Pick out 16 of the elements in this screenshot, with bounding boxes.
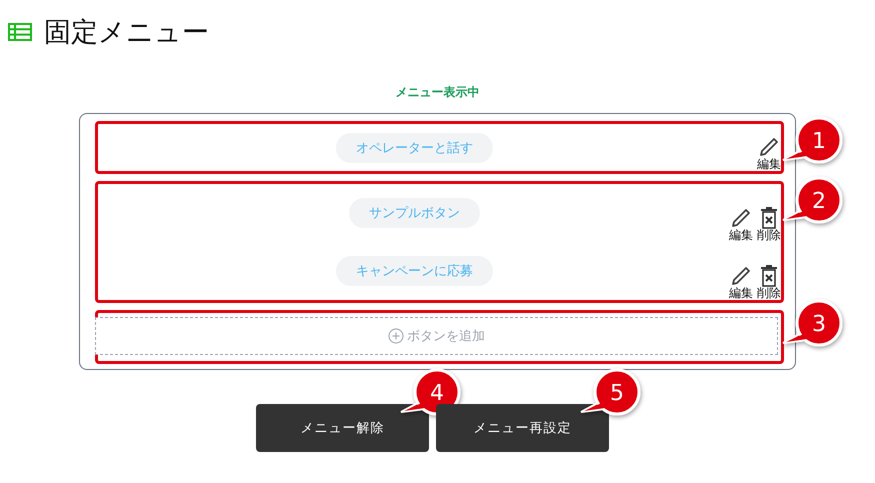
trash-icon [760, 265, 778, 287]
plus-circle-icon [388, 328, 404, 344]
edit-button[interactable]: 編集 [757, 136, 781, 170]
list-icon [8, 23, 32, 41]
edit-button[interactable]: 編集 [729, 207, 753, 241]
pencil-icon [730, 265, 752, 287]
page-title: 固定メニュー [44, 16, 209, 50]
pencil-icon [730, 207, 752, 229]
status-label: メニュー表示中 [394, 84, 480, 101]
action-button[interactable]: メニュー解除 [256, 404, 429, 452]
delete-button[interactable]: 削除 [757, 207, 781, 241]
trash-icon [760, 207, 778, 229]
action-button[interactable]: メニュー再設定 [436, 404, 609, 452]
edit-button[interactable]: 編集 [729, 265, 753, 299]
pencil-icon [758, 136, 780, 158]
delete-button[interactable]: 削除 [757, 265, 781, 299]
